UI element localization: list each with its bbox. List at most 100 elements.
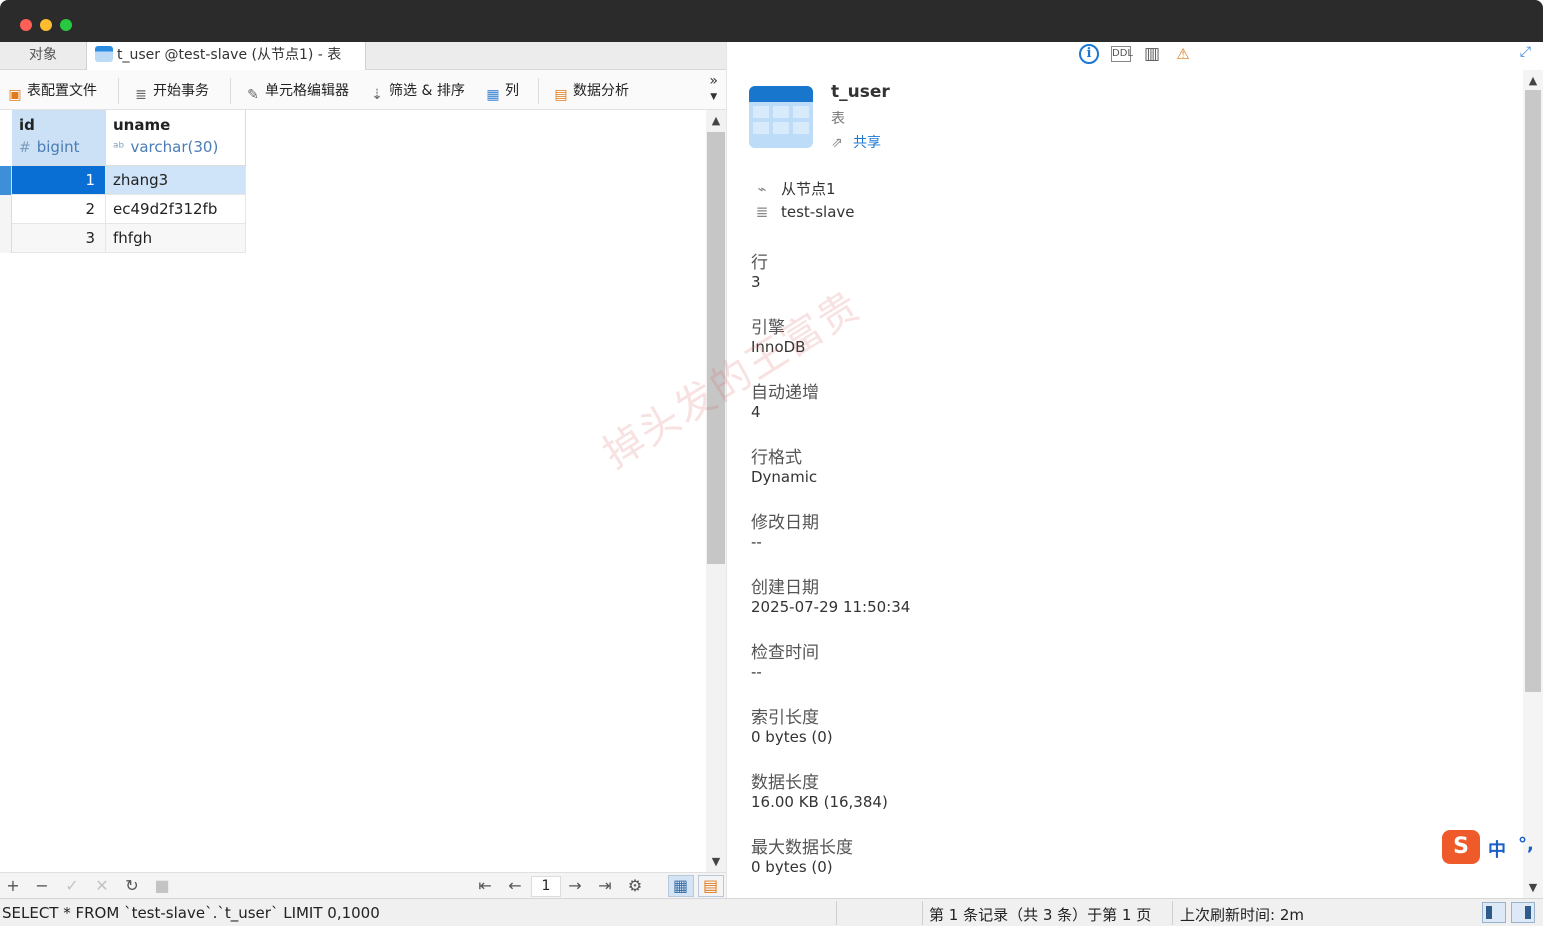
add-record-icon[interactable]: + [2,876,24,896]
grid-vertical-scrollbar[interactable]: ▲ ▼ [706,110,726,872]
data-toolbar: ▣ 表配置文件 ≣ 开始事务 ✎ 单元格编辑器 ⇣ 筛选 & 排序 ▦ 列 ▤ 数据分析 »… [0,70,726,110]
begin-transaction-button[interactable]: ≣ 开始事务 [132,80,209,103]
table-row[interactable]: 3 fhfgh [0,224,246,253]
object-name: t_user [831,82,890,102]
prop-value-row-format: Dynamic [751,468,818,486]
table-row[interactable]: 1 zhang3 [0,166,246,195]
scroll-down-icon[interactable]: ▼ [706,855,726,868]
page-number-input[interactable]: 1 [531,876,561,897]
status-query: SELECT * FROM `test-slave`.`t_user` LIMI… [2,904,380,922]
cell-editor-button[interactable]: ✎ 单元格编辑器 [244,80,349,103]
column-type: varchar(30) [130,138,219,156]
refresh-icon[interactable]: ↻ [121,876,143,896]
object-info-panel: i DDL ▥ ⚠ ⤢ t_user 表 ⇗ 共享 ⌁ 从节点1 ≣ test-sla… [726,42,1543,898]
pencil-icon: ✎ [247,87,259,103]
status-divider [922,901,923,925]
toggle-left-pane-button[interactable] [1482,902,1506,923]
table-config-button[interactable]: ▣ 表配置文件 [6,80,97,103]
tab-t-user-label: t_user @test-slave (从节点1) - 表 [117,47,342,63]
table-config-label: 表配置文件 [27,83,97,99]
prop-value-rows: 3 [751,273,761,291]
database-icon: ≣ [755,203,769,221]
column-header-id[interactable]: id # bigint [12,110,106,166]
row-marker[interactable] [0,166,12,195]
cell-id[interactable]: 3 [12,224,106,253]
prop-value-create-date: 2025-07-29 11:50:34 [751,598,911,616]
sogou-logo-icon: S [1442,830,1480,864]
next-page-icon[interactable]: → [564,876,586,896]
ime-mode: 中 [1488,840,1506,861]
tab-objects[interactable]: 对象 [0,42,86,70]
form-icon: ▤ [703,876,719,895]
expand-panel-icon[interactable]: ⤢ [1520,44,1531,60]
scroll-thumb[interactable] [1525,90,1541,692]
config-file-icon: ▣ [8,87,22,103]
more-label: » [709,73,718,89]
prop-value-max-data-length: 0 bytes (0) [751,858,833,876]
toolbar-overflow-button[interactable]: » ▼ [709,74,718,104]
chevron-down-icon: ▼ [710,92,718,102]
tab-t-user[interactable]: t_user @test-slave (从节点1) - 表 [86,42,366,70]
ime-indicator[interactable]: S 中 °, [1442,830,1542,864]
minimize-window-button[interactable] [40,19,52,31]
toolbar-divider [538,78,539,104]
cell-uname[interactable]: ec49d2f312fb [106,195,246,224]
connection-name: 从节点1 [781,180,836,198]
info-icon[interactable]: i [1079,44,1099,64]
column-name: uname [113,116,171,134]
column-header-uname[interactable]: uname ᵃᵇ varchar(30) [106,110,246,166]
apply-changes-icon[interactable]: ✓ [61,876,83,896]
filter-sort-button[interactable]: ⇣ 筛选 & 排序 [368,80,465,103]
toolbar-divider [118,78,119,104]
cell-uname[interactable]: zhang3 [106,166,246,195]
prop-label-check-time: 检查时间 [751,643,819,663]
prop-value-check-time: -- [751,663,762,681]
app-window: 对象 t_user @test-slave (从节点1) - 表 ▣ 表配置文件 … [0,0,1543,926]
columns-label: 列 [505,83,519,99]
form-view-button[interactable]: ▤ [698,875,724,897]
table-row[interactable]: 2 ec49d2f312fb [0,195,246,224]
close-window-button[interactable] [20,19,32,31]
last-page-icon[interactable]: ⇥ [594,876,616,896]
data-grid: id # bigint uname ᵃᵇ varchar(30) 1 zhang3 … [0,110,706,872]
settings-gear-icon[interactable]: ⚙ [624,876,646,896]
column-name: id [19,116,35,134]
columns-button[interactable]: ▦ 列 [484,80,519,103]
cell-uname[interactable]: fhfgh [106,224,246,253]
zoom-window-button[interactable] [60,19,72,31]
status-divider [836,901,837,925]
table-large-icon [749,86,813,148]
data-analysis-button[interactable]: ▤ 数据分析 [552,80,629,103]
discard-changes-icon[interactable]: ✕ [91,876,113,896]
previous-page-icon[interactable]: ← [504,876,526,896]
info-vertical-scrollbar[interactable]: ▲ ▼ [1523,70,1543,898]
cell-id[interactable]: 1 [12,166,106,195]
scroll-down-icon[interactable]: ▼ [1523,881,1543,894]
number-type-icon: # [19,140,31,156]
entity-icon[interactable]: ⚠ [1173,44,1193,64]
scroll-up-icon[interactable]: ▲ [1523,74,1543,87]
share-icon: ⇗ [831,135,843,151]
prop-value-modified-date: -- [751,533,762,551]
object-type: 表 [831,111,845,127]
status-record-info: 第 1 条记录（共 3 条）于第 1 页 [929,906,1152,924]
stop-icon[interactable]: ■ [151,876,173,896]
status-divider [1172,901,1173,925]
ddl-icon[interactable]: DDL [1111,46,1133,62]
row-marker[interactable] [0,195,12,224]
cell-id[interactable]: 2 [12,195,106,224]
row-marker[interactable] [0,224,12,253]
columns-layout-icon[interactable]: ▥ [1142,44,1162,64]
toggle-right-pane-button[interactable] [1511,902,1535,923]
first-page-icon[interactable]: ⇤ [474,876,496,896]
scroll-up-icon[interactable]: ▲ [706,114,726,127]
cell-editor-label: 单元格编辑器 [265,83,349,99]
grid-view-button[interactable]: ▦ [668,875,694,897]
delete-record-icon[interactable]: − [31,876,53,896]
share-button[interactable]: ⇗ 共享 [831,132,881,152]
filter-sort-label: 筛选 & 排序 [389,83,465,99]
prop-label-data-length: 数据长度 [751,773,819,793]
title-bar [0,0,1543,42]
connection-icon: ⌁ [757,180,767,198]
database-name: test-slave [781,203,855,221]
